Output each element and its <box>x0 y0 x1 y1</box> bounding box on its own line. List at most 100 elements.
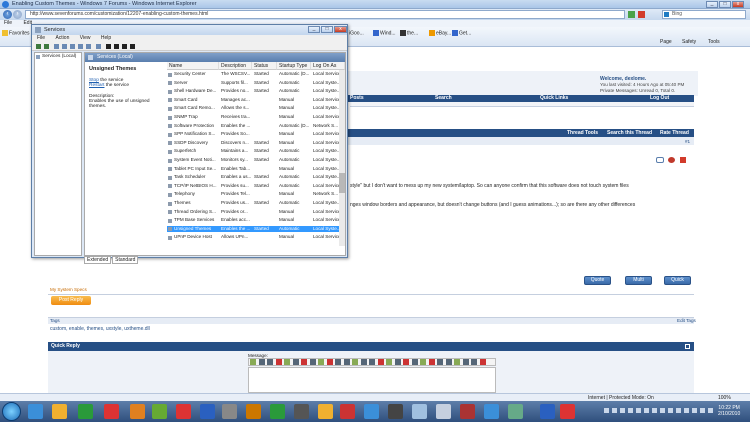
services-minimize-button[interactable]: _ <box>308 26 320 33</box>
tray-icon[interactable] <box>668 408 673 413</box>
editor-tool-icon[interactable] <box>437 359 443 365</box>
safety-menu[interactable]: Safety <box>682 39 696 45</box>
editor-tool-icon[interactable] <box>377 359 384 365</box>
service-row[interactable]: TPM Base Services Enables acc... Manual Loc… <box>167 217 345 224</box>
editor-tool-icon[interactable] <box>394 359 401 365</box>
collapse-icon[interactable] <box>685 344 690 349</box>
editor-tool-icon[interactable] <box>335 359 341 365</box>
service-row[interactable]: Smart Card Manages ac... Manual Local Servi… <box>167 97 345 104</box>
service-row[interactable]: TCP/IP NetBIOS H... Provides su... Started… <box>167 183 345 190</box>
svc-menu-help[interactable]: Help <box>101 35 111 41</box>
favorite-item[interactable]: Get... <box>452 30 471 36</box>
service-row[interactable]: Security Center The WSCSV... Started Automa… <box>167 71 345 78</box>
stop-service-icon[interactable] <box>114 44 119 49</box>
rate-thread[interactable]: Rate Thread <box>660 130 689 136</box>
view-icon[interactable] <box>96 44 101 49</box>
quote-icon[interactable] <box>656 157 664 163</box>
search-input[interactable]: Bing <box>662 10 746 19</box>
back-icon[interactable]: ‹ <box>3 10 12 19</box>
service-row[interactable]: System Event Noti... Monitors sy... Starte… <box>167 157 345 164</box>
editor-tool-icon[interactable] <box>445 359 452 365</box>
taskbar-app-icon[interactable] <box>246 404 261 419</box>
taskbar-app-icon[interactable] <box>412 404 427 419</box>
column-header[interactable]: Name <box>167 62 219 70</box>
taskbar-app-icon[interactable] <box>340 404 355 419</box>
svc-menu-file[interactable]: File <box>37 35 45 41</box>
tree-item-services-local[interactable]: Services (Local) <box>42 54 76 59</box>
tray-icon[interactable] <box>676 408 681 413</box>
start-service-icon[interactable] <box>106 44 111 49</box>
minimize-button[interactable]: _ <box>706 1 718 8</box>
thread-tools[interactable]: Thread Tools <box>567 130 598 136</box>
tray-icon[interactable] <box>652 408 657 413</box>
service-row[interactable]: Smart Card Remo... Allows the s... Manual L… <box>167 105 345 112</box>
tray-icon[interactable] <box>700 408 705 413</box>
stop-icon[interactable] <box>638 11 645 18</box>
service-row[interactable]: SPP Notification S... Provides So... Manua… <box>167 131 345 138</box>
taskbar-app-icon[interactable] <box>540 404 555 419</box>
tab-standard[interactable]: Standard <box>112 256 139 264</box>
pause-service-icon[interactable] <box>122 44 127 49</box>
tray-icon[interactable] <box>660 408 665 413</box>
service-row[interactable]: SSDP Discovery Discovers n... Started Manua… <box>167 140 345 147</box>
vertical-scrollbar[interactable] <box>339 70 345 246</box>
multi-quote-button[interactable]: Multi <box>625 276 652 285</box>
taskbar-app-icon[interactable] <box>294 404 309 419</box>
taskbar-app-icon[interactable] <box>152 404 167 419</box>
editor-tool-icon[interactable] <box>454 359 460 365</box>
service-row[interactable]: Thread Ordering S... Provides or... Manual… <box>167 209 345 216</box>
restart-service-link[interactable]: Restart <box>89 83 104 88</box>
nav-posts[interactable]: Posts <box>350 95 364 102</box>
start-button[interactable] <box>2 402 21 421</box>
editor-tool-icon[interactable] <box>267 359 273 365</box>
taskbar-app-icon[interactable] <box>52 404 67 419</box>
column-header[interactable]: Status <box>252 62 277 70</box>
tray-icon[interactable] <box>692 408 697 413</box>
service-row[interactable]: Tablet PC Input Se... Enables Tab... Manua… <box>167 166 345 173</box>
editor-tool-icon[interactable] <box>360 359 367 365</box>
editor-tool-icon[interactable] <box>292 359 299 365</box>
column-header[interactable]: Startup Type <box>277 62 311 70</box>
properties-icon[interactable] <box>62 44 67 49</box>
refresh-icon[interactable] <box>628 11 635 18</box>
taskbar-app-icon[interactable] <box>318 404 333 419</box>
taskbar-app-icon[interactable] <box>436 404 451 419</box>
taskbar-app-icon[interactable] <box>222 404 237 419</box>
service-row[interactable]: Themes Provides us... Started Automatic Loca… <box>167 200 345 207</box>
editor-tool-icon[interactable] <box>275 359 282 365</box>
taskbar-app-icon[interactable] <box>176 404 191 419</box>
nav-quick-links[interactable]: Quick Links <box>540 95 568 102</box>
column-header[interactable]: Description <box>219 62 252 70</box>
search-thread[interactable]: Search this Thread <box>607 130 652 136</box>
editor-tool-icon[interactable] <box>352 359 358 365</box>
editor-tool-icon[interactable] <box>318 359 324 365</box>
editor-tool-icon[interactable] <box>411 359 418 365</box>
system-clock[interactable]: 10:22 PM 2/10/2010 <box>718 405 740 417</box>
post-reply-button[interactable]: Post Reply <box>51 296 91 305</box>
edit-tags-link[interactable]: Edit Tags <box>677 318 696 323</box>
taskbar-app-icon[interactable] <box>364 404 379 419</box>
editor-tool-icon[interactable] <box>301 359 307 365</box>
editor-tool-icon[interactable] <box>428 359 435 365</box>
taskbar-app-icon[interactable] <box>200 404 215 419</box>
favorites-button[interactable]: Favorites <box>2 30 30 36</box>
tags-list[interactable]: custom, enable, themes, uxstyle, uxtheme… <box>50 326 150 332</box>
services-close-button[interactable]: x <box>334 26 347 33</box>
taskbar-app-icon[interactable] <box>78 404 93 419</box>
taskbar-app-icon[interactable] <box>508 404 523 419</box>
services-maximize-button[interactable]: □ <box>321 26 333 33</box>
close-button[interactable]: x <box>732 1 744 8</box>
service-row[interactable]: Unsigned Themes Enables the ... Started Aut… <box>167 225 345 233</box>
service-row[interactable]: Task Scheduler Enables a us... Started Auto… <box>167 174 345 181</box>
flag-icon[interactable] <box>680 157 686 163</box>
tray-icon[interactable] <box>620 408 625 413</box>
editor-tool-icon[interactable] <box>420 359 426 365</box>
forward-icon[interactable]: › <box>13 10 22 19</box>
private-messages[interactable]: Private Messages: Unread 0, Total 0. <box>600 88 675 93</box>
editor-tool-icon[interactable] <box>284 359 290 365</box>
taskbar-app-icon[interactable] <box>484 404 499 419</box>
taskbar-app-icon[interactable] <box>130 404 145 419</box>
editor-tool-icon[interactable] <box>471 359 477 365</box>
tray-icon[interactable] <box>636 408 641 413</box>
taskbar-app-icon[interactable] <box>28 404 43 419</box>
